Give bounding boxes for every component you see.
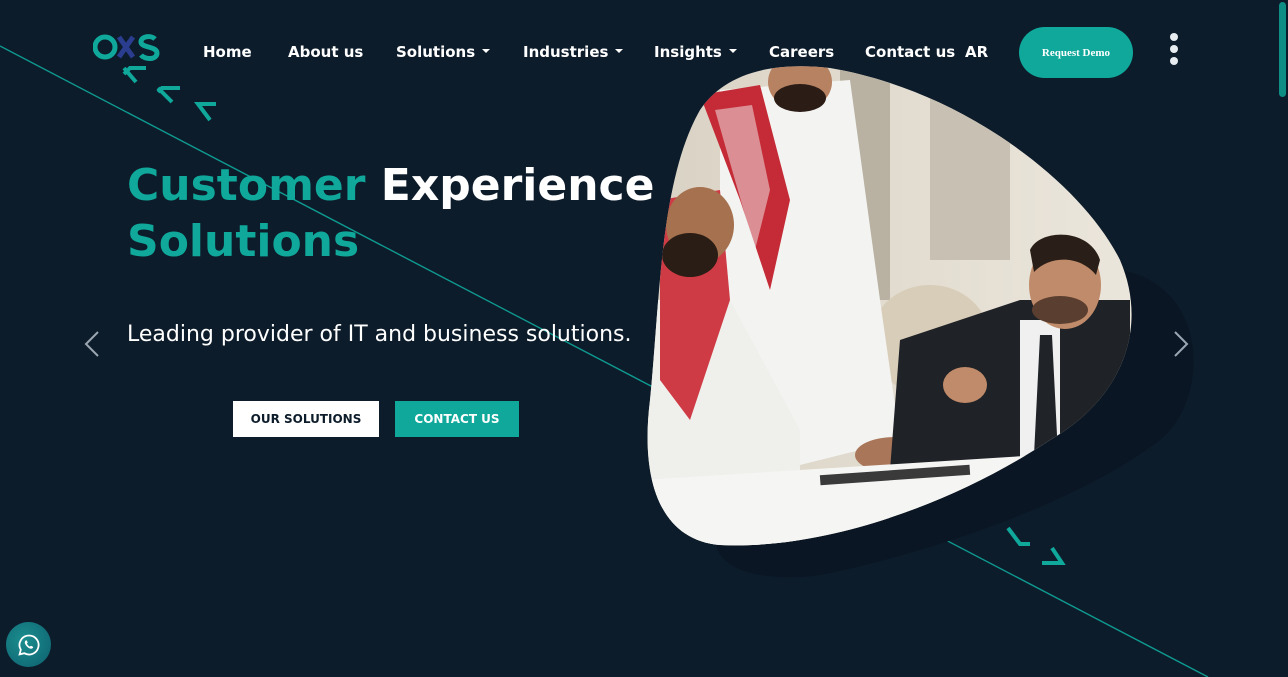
nav-item-industries-label: Industries xyxy=(523,43,609,61)
our-solutions-button[interactable]: OUR SOLUTIONS xyxy=(233,401,379,437)
hero-title-accent-2: Solutions xyxy=(127,216,360,267)
kebab-dot xyxy=(1170,33,1178,41)
nav-item-careers[interactable]: Careers xyxy=(769,43,834,61)
nav-item-contact[interactable]: Contact us xyxy=(865,43,955,61)
hero-title-accent-1: Customer xyxy=(127,160,366,211)
nav-item-insights[interactable]: Insights xyxy=(654,43,737,61)
hero-title-white: Experience xyxy=(380,160,655,211)
nav-item-solutions-label: Solutions xyxy=(396,43,476,61)
nav-item-insights-label: Insights xyxy=(654,43,722,61)
caret-down-icon xyxy=(615,48,624,53)
kebab-dot xyxy=(1170,45,1178,53)
language-switch[interactable]: AR xyxy=(965,43,988,61)
nav-item-industries[interactable]: Industries xyxy=(523,43,624,61)
chevron-right-icon[interactable] xyxy=(1171,328,1191,360)
hero-subtitle: Leading provider of IT and business solu… xyxy=(127,322,632,347)
nav-item-home[interactable]: Home xyxy=(203,43,252,61)
caret-down-icon xyxy=(728,48,737,53)
request-demo-button[interactable]: Request Demo xyxy=(1019,27,1133,78)
nav-item-about[interactable]: About us xyxy=(288,43,363,61)
chevron-left-icon[interactable] xyxy=(82,328,102,360)
hero-title: Customer Experience Solutions xyxy=(127,158,654,270)
contact-us-button[interactable]: CONTACT US xyxy=(395,401,519,437)
nav-item-solutions[interactable]: Solutions xyxy=(396,43,491,61)
caret-down-icon xyxy=(482,48,491,53)
whatsapp-button[interactable] xyxy=(6,622,51,667)
whatsapp-icon xyxy=(17,634,39,656)
kebab-dot xyxy=(1170,57,1178,65)
scrollbar-thumb[interactable] xyxy=(1279,2,1286,97)
kebab-menu-icon[interactable] xyxy=(1166,33,1182,69)
page-scrollbar[interactable] xyxy=(1277,0,1288,677)
